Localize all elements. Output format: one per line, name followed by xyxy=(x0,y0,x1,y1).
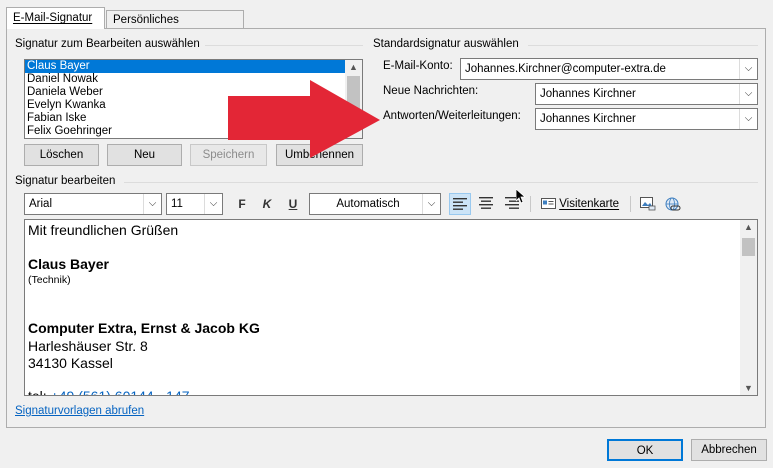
editor-city: 34130 Kassel xyxy=(28,355,113,371)
edit-signature-title: Signatur bearbeiten xyxy=(15,175,116,187)
replies-select[interactable]: Johannes Kirchner ⌵ xyxy=(535,108,758,130)
new-messages-value: Johannes Kirchner xyxy=(540,88,636,100)
chevron-down-icon[interactable]: ⌵ xyxy=(739,59,757,79)
tab-personal-stationery[interactable]: Persönliches Briefpapier xyxy=(106,10,244,44)
editor-phone-link[interactable]: +49 (561) 60144 - 147 xyxy=(51,388,190,395)
bold-button[interactable]: F xyxy=(231,193,253,215)
size-select[interactable]: 11 ⌵ xyxy=(166,193,223,215)
editor-department: (Technik) xyxy=(28,274,71,286)
editor-street: Harleshäuser Str. 8 xyxy=(28,338,148,354)
chevron-down-icon[interactable]: ⌵ xyxy=(143,194,161,214)
select-group-divider xyxy=(205,45,363,46)
default-signature-title: Standardsignatur auswählen xyxy=(373,38,519,50)
editor-phone-line: tel: +49 (561) 60144 - 147 xyxy=(28,388,190,396)
templates-link[interactable]: Signaturvorlagen abrufen xyxy=(15,405,144,417)
business-card-icon xyxy=(541,198,556,210)
scroll-thumb[interactable] xyxy=(742,238,755,256)
replies-label: Antworten/Weiterleitungen: xyxy=(383,110,521,122)
color-select[interactable]: Automatisch ⌵ xyxy=(309,193,441,215)
list-item[interactable]: Claus Bayer xyxy=(25,60,362,73)
scroll-up-icon[interactable]: ▲ xyxy=(345,60,362,74)
chevron-down-icon[interactable]: ⌵ xyxy=(422,194,440,214)
size-value: 11 xyxy=(171,198,183,210)
business-card-label: Visitenkarte xyxy=(559,198,620,210)
default-group-divider xyxy=(528,45,758,46)
select-signature-title: Signatur zum Bearbeiten auswählen xyxy=(15,38,200,50)
underline-button[interactable]: U xyxy=(282,193,304,215)
chevron-down-icon[interactable]: ⌵ xyxy=(204,194,222,214)
scroll-down-icon[interactable]: ▼ xyxy=(740,381,757,395)
insert-picture-button[interactable] xyxy=(637,193,659,215)
align-left-button[interactable] xyxy=(449,193,471,215)
tab-email-signature-label: E-Mail-Signatur xyxy=(13,12,93,24)
color-value: Automatisch xyxy=(336,198,400,210)
cancel-button[interactable]: Abbrechen xyxy=(691,439,767,461)
toolbar-divider xyxy=(630,196,631,212)
ok-button[interactable]: OK xyxy=(607,439,683,461)
scroll-up-icon[interactable]: ▲ xyxy=(740,220,757,234)
mouse-cursor-icon xyxy=(516,189,526,204)
editor-phone-prefix: tel: xyxy=(28,388,51,396)
editor-closing-line: Mit freundlichen Grüßen xyxy=(28,222,179,238)
signature-editor[interactable]: Mit freundlichen Grüßen Claus Bayer (Tec… xyxy=(24,219,758,396)
new-messages-label: Neue Nachrichten: xyxy=(383,85,479,97)
chevron-down-icon[interactable]: ⌵ xyxy=(739,109,757,129)
hyperlink-icon xyxy=(665,197,681,211)
italic-button[interactable]: K xyxy=(256,193,278,215)
editor-company: Computer Extra, Ernst & Jacob KG xyxy=(28,320,260,336)
chevron-down-icon[interactable]: ⌵ xyxy=(739,84,757,104)
new-messages-select[interactable]: Johannes Kirchner ⌵ xyxy=(535,83,758,105)
account-value: Johannes.Kirchner@computer-extra.de xyxy=(465,63,666,75)
delete-button[interactable]: Löschen xyxy=(24,144,99,166)
picture-icon xyxy=(640,197,656,211)
account-select[interactable]: Johannes.Kirchner@computer-extra.de ⌵ xyxy=(460,58,758,80)
tab-email-signature[interactable]: E-Mail-Signatur xyxy=(6,7,105,29)
red-arrow-icon xyxy=(228,80,380,158)
align-center-button[interactable] xyxy=(475,193,497,215)
new-button[interactable]: Neu xyxy=(107,144,182,166)
business-card-button[interactable]: Visitenkarte xyxy=(541,193,619,215)
editor-name: Claus Bayer xyxy=(28,256,109,272)
account-label: E-Mail-Konto: xyxy=(383,60,453,72)
replies-value: Johannes Kirchner xyxy=(540,113,636,125)
font-select[interactable]: Arial ⌵ xyxy=(24,193,162,215)
edit-group-divider xyxy=(124,182,758,183)
insert-hyperlink-button[interactable] xyxy=(662,193,684,215)
editor-scrollbar[interactable]: ▲ ▼ xyxy=(740,220,757,395)
align-left-icon xyxy=(453,198,467,210)
toolbar-divider xyxy=(530,196,531,212)
font-value: Arial xyxy=(29,198,53,210)
align-center-icon xyxy=(479,197,493,209)
